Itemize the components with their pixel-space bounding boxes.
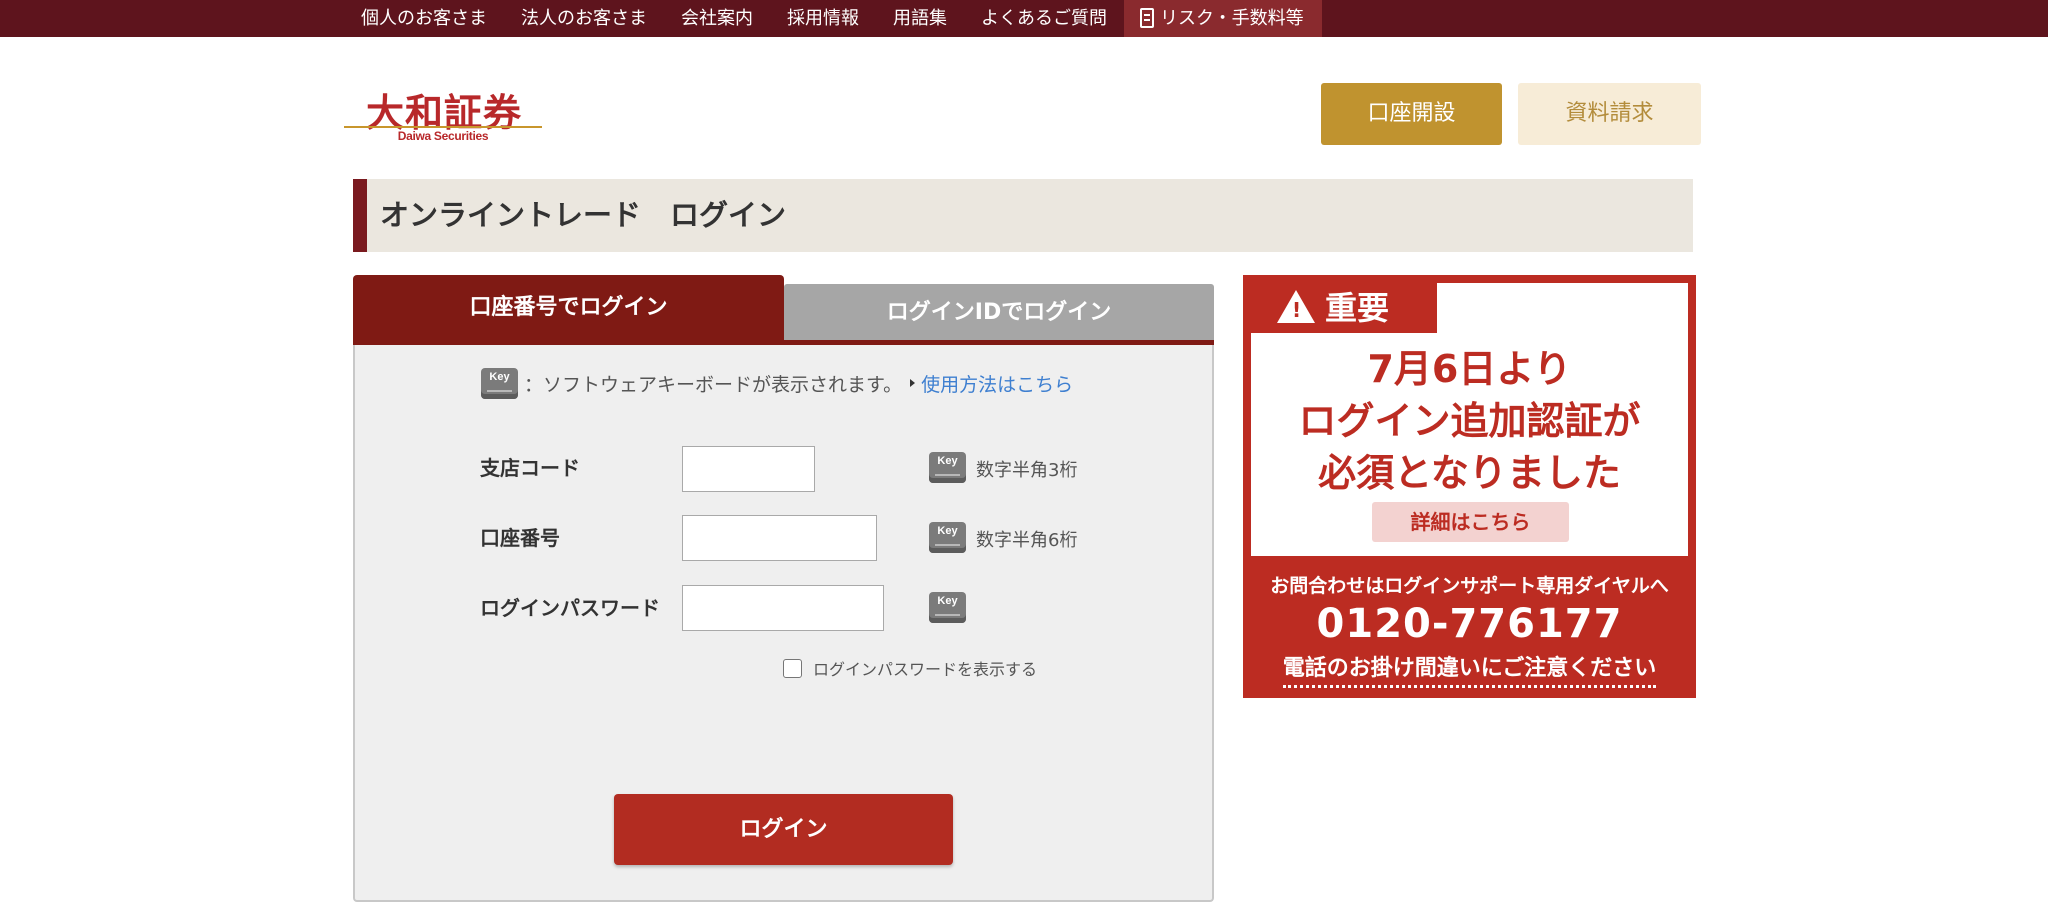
important-notice-banner[interactable]: 重要 7月6日より ログイン追加認証が 必須となりました 詳細はこちら お問合わ… xyxy=(1243,275,1696,698)
support-contact-lead: お問合わせはログインサポート専用ダイヤルへ xyxy=(1270,575,1669,597)
usage-instructions-link[interactable]: 使用方法はこちら xyxy=(921,370,1073,397)
important-badge: 重要 xyxy=(1251,283,1437,333)
nav-item-individual[interactable]: 個人のお客さま xyxy=(344,0,504,37)
page-title: オンライントレード ログイン xyxy=(380,198,787,232)
nav-item-glossary[interactable]: 用語集 xyxy=(876,0,964,37)
banner-headline-line-3: 必須となりました xyxy=(1318,451,1621,495)
account-number-label: 口座番号 xyxy=(480,526,560,550)
tab-login-id-login[interactable]: ログインIDでログイン xyxy=(784,284,1214,345)
request-documents-button[interactable]: 資料請求 xyxy=(1518,83,1701,145)
logo-underline xyxy=(344,126,542,128)
keyboard-key-icon xyxy=(481,367,518,399)
banner-inner-panel: 重要 7月6日より ログイン追加認証が 必須となりました 詳細はこちら xyxy=(1251,283,1688,556)
nav-item-risk-label: リスク・手数料等 xyxy=(1160,8,1304,29)
banner-headline: 7月6日より ログイン追加認証が 必須となりました xyxy=(1251,343,1688,499)
warning-icon xyxy=(1277,290,1315,323)
banner-headline-line-1: 7月6日より xyxy=(1367,347,1572,391)
nav-item-recruit[interactable]: 採用情報 xyxy=(770,0,876,37)
nav-item-corporate[interactable]: 法人のお客さま xyxy=(504,0,664,37)
account-number-keyboard-icon[interactable] xyxy=(929,522,966,553)
account-number-hint: 数字半角6桁 xyxy=(976,530,1078,551)
daiwa-logo[interactable]: 大和証券 Daiwa Securities xyxy=(344,82,542,146)
login-password-keyboard-icon[interactable] xyxy=(929,592,966,623)
banner-details-button[interactable]: 詳細はこちら xyxy=(1372,502,1569,542)
branch-code-hint: 数字半角3桁 xyxy=(976,460,1078,481)
show-password-checkbox[interactable] xyxy=(783,658,802,678)
branch-code-label: 支店コード xyxy=(480,456,580,480)
top-navigation: 個人のお客さま 法人のお客さま 会社案内 採用情報 用語集 よくあるご質問 リス… xyxy=(0,0,2048,37)
account-number-input[interactable] xyxy=(682,515,877,561)
open-account-button[interactable]: 口座開設 xyxy=(1321,83,1502,145)
branch-code-input[interactable] xyxy=(682,446,815,492)
page-title-bar: オンライントレード ログイン xyxy=(353,179,1693,252)
top-nav-list: 個人のお客さま 法人のお客さま 会社案内 採用情報 用語集 よくあるご質問 リス… xyxy=(344,0,1322,37)
nav-item-company[interactable]: 会社案内 xyxy=(664,0,770,37)
link-arrow-icon xyxy=(910,379,916,387)
show-password-label[interactable]: ログインパスワードを表示する xyxy=(813,656,1037,680)
support-phone-number: 0120-776177 xyxy=(1316,601,1623,647)
important-badge-text: 重要 xyxy=(1325,289,1390,327)
show-password-option: ログインパスワードを表示する xyxy=(783,656,1037,680)
tab-account-number-login[interactable]: 口座番号でログイン xyxy=(353,275,784,345)
support-contact: お問合わせはログインサポート専用ダイヤルへ 0120-776177 電話のお掛け… xyxy=(1243,571,1696,688)
login-button[interactable]: ログイン xyxy=(614,794,953,865)
document-icon xyxy=(1140,8,1154,28)
support-caution-text: 電話のお掛け間違いにご注意ください xyxy=(1282,650,1657,688)
keyboard-notice: ：ソフトウェアキーボードが表示されます。 使用方法はこちら xyxy=(481,367,1073,399)
logo-english-text: Daiwa Securities xyxy=(397,129,489,143)
nav-item-risk-fees[interactable]: リスク・手数料等 xyxy=(1124,0,1322,37)
login-password-label: ログインパスワード xyxy=(480,596,660,620)
login-password-input[interactable] xyxy=(682,585,884,631)
branch-code-keyboard-icon[interactable] xyxy=(929,452,966,483)
keyboard-notice-text: ：ソフトウェアキーボードが表示されます。 xyxy=(524,373,903,396)
nav-item-faq[interactable]: よくあるご質問 xyxy=(964,0,1124,37)
banner-headline-line-2: ログイン追加認証が xyxy=(1298,399,1641,443)
